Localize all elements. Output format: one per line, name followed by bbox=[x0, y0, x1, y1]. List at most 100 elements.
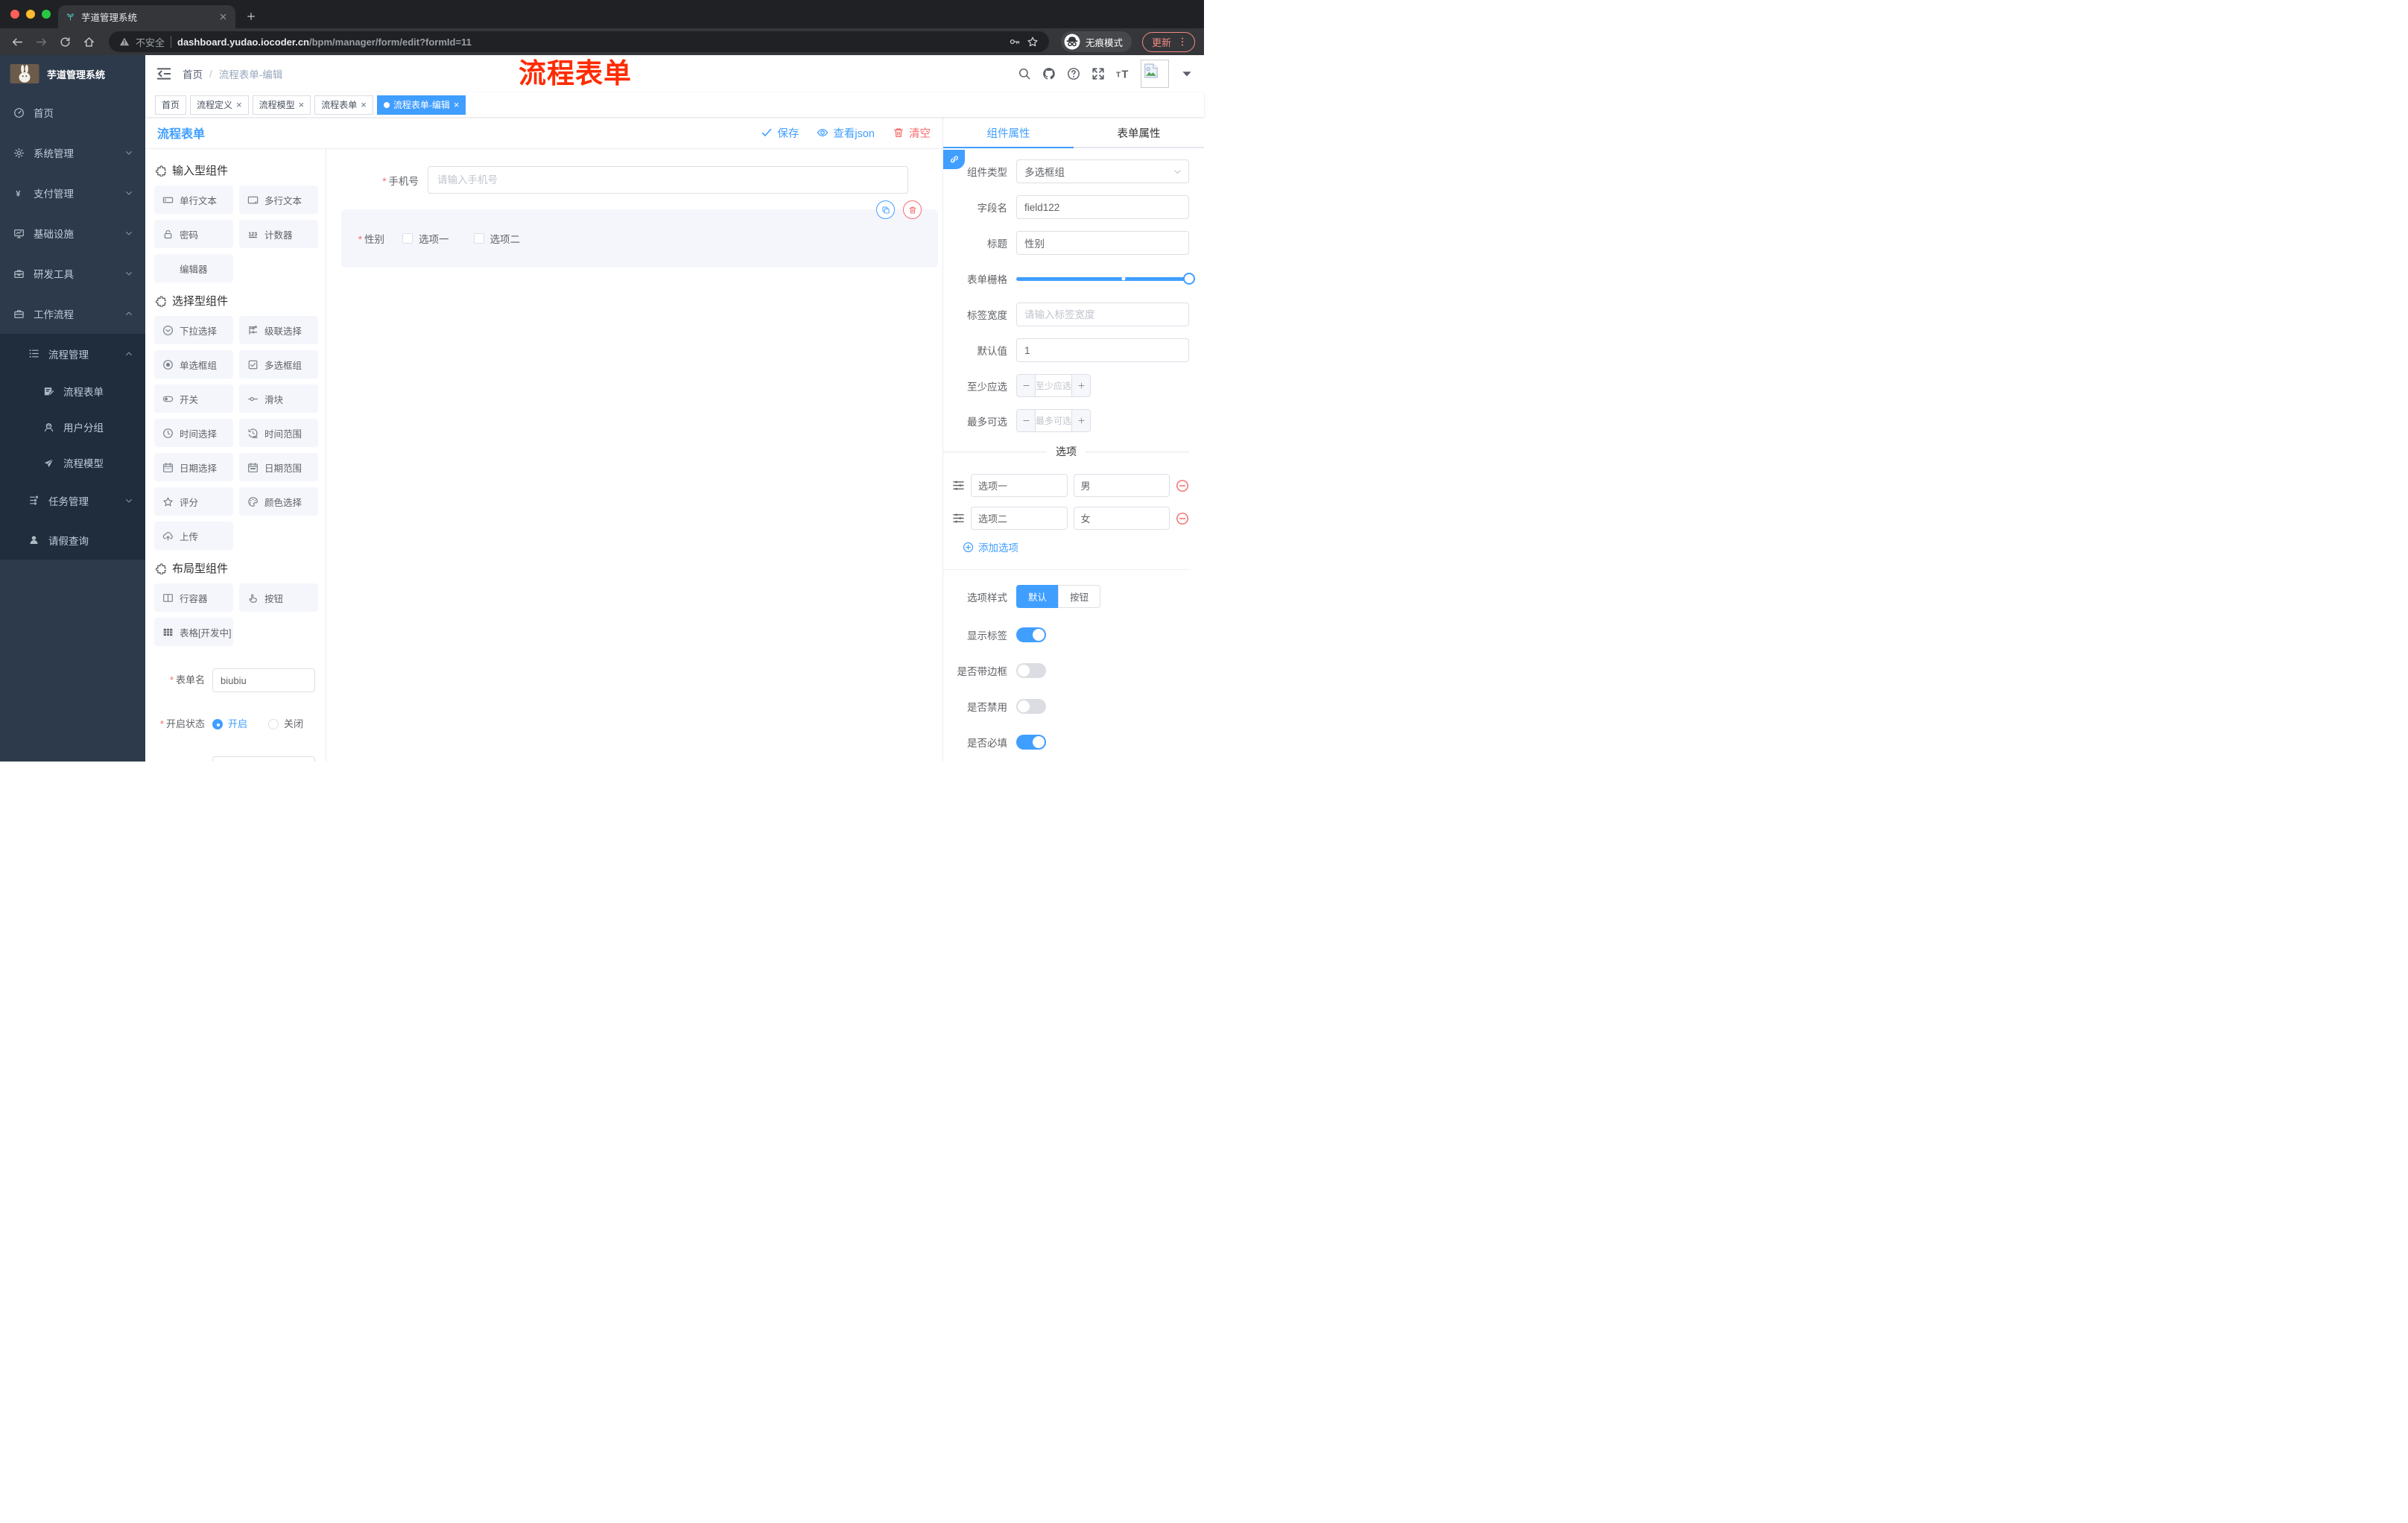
stepper-increase-button[interactable] bbox=[1071, 375, 1090, 396]
tag-process-definition[interactable]: 流程定义 × bbox=[190, 95, 249, 115]
close-icon[interactable]: × bbox=[236, 100, 242, 110]
github-icon[interactable] bbox=[1042, 67, 1056, 80]
breadcrumb-home[interactable]: 首页 bbox=[183, 66, 203, 81]
palette-item-checkbox-group[interactable]: 多选框组 bbox=[239, 350, 318, 379]
link-tab[interactable] bbox=[943, 150, 965, 169]
palette-item-slider[interactable]: 滑块 bbox=[239, 384, 318, 413]
fullscreen-icon[interactable] bbox=[1091, 67, 1105, 80]
close-window-button[interactable] bbox=[10, 10, 19, 19]
border-switch[interactable] bbox=[1016, 663, 1046, 678]
style-default-button[interactable]: 默认 bbox=[1016, 585, 1059, 608]
component-type-select[interactable]: 多选框组 bbox=[1016, 159, 1189, 183]
checkbox[interactable] bbox=[473, 233, 484, 244]
palette-item-counter[interactable]: 123 计数器 bbox=[239, 220, 318, 248]
sidebar-item-home[interactable]: 首页 bbox=[0, 92, 145, 133]
min-select-input[interactable] bbox=[1036, 375, 1071, 396]
new-tab-button[interactable] bbox=[241, 7, 261, 26]
sidebar-item-system-management[interactable]: 系统管理 bbox=[0, 133, 145, 173]
close-icon[interactable]: × bbox=[361, 100, 367, 110]
delete-component-button[interactable] bbox=[903, 200, 922, 219]
slider-handle[interactable] bbox=[1183, 273, 1195, 285]
stepper-increase-button[interactable] bbox=[1071, 410, 1090, 431]
option1-value-input[interactable] bbox=[1073, 474, 1170, 497]
palette-item-table[interactable]: 表格[开发中] bbox=[154, 618, 233, 646]
option2-value-input[interactable] bbox=[1073, 507, 1170, 530]
reload-button[interactable] bbox=[57, 34, 73, 50]
duplicate-component-button[interactable] bbox=[876, 200, 895, 219]
form-canvas[interactable]: 手机号 性别 选项一 选项二 bbox=[326, 149, 942, 762]
remove-option-icon[interactable] bbox=[1176, 512, 1189, 525]
browser-tab[interactable]: 芋道管理系统 bbox=[58, 5, 235, 28]
help-icon[interactable] bbox=[1067, 67, 1080, 80]
bookmark-star-icon[interactable] bbox=[1027, 36, 1039, 48]
home-button[interactable] bbox=[80, 34, 97, 50]
label-width-input[interactable] bbox=[1016, 303, 1189, 326]
tag-home[interactable]: 首页 bbox=[155, 95, 187, 115]
sidebar-item-process-model[interactable]: 流程模型 bbox=[0, 445, 145, 481]
palette-item-select[interactable]: 下拉选择 bbox=[154, 316, 233, 344]
user-avatar[interactable] bbox=[1141, 60, 1169, 88]
option2-label-input[interactable] bbox=[971, 507, 1068, 530]
remove-option-icon[interactable] bbox=[1176, 479, 1189, 493]
sidebar-item-payment-management[interactable]: ¥ 支付管理 bbox=[0, 173, 145, 213]
back-button[interactable] bbox=[9, 34, 25, 50]
form-name-input[interactable] bbox=[212, 668, 315, 692]
not-secure-icon[interactable] bbox=[119, 37, 130, 47]
stepper-decrease-button[interactable] bbox=[1017, 375, 1036, 396]
palette-item-color-picker[interactable]: 颜色选择 bbox=[239, 487, 318, 516]
palette-item-date-picker[interactable]: 日期选择 bbox=[154, 453, 233, 481]
tab-close-icon[interactable] bbox=[218, 12, 228, 22]
sidebar-item-user-group[interactable]: 用户分组 bbox=[0, 409, 145, 445]
required-switch[interactable] bbox=[1016, 735, 1046, 750]
browser-menu-icon[interactable] bbox=[1177, 37, 1188, 47]
option1-label-input[interactable] bbox=[971, 474, 1068, 497]
tab-component-props[interactable]: 组件属性 bbox=[943, 117, 1074, 148]
sidebar-item-workflow[interactable]: 工作流程 bbox=[0, 294, 145, 334]
disabled-switch[interactable] bbox=[1016, 699, 1046, 714]
sidebar-item-process-management[interactable]: 流程管理 bbox=[0, 334, 145, 373]
sidebar-item-process-form[interactable]: 流程表单 bbox=[0, 373, 145, 409]
phone-field-input[interactable] bbox=[428, 166, 908, 194]
palette-item-editor[interactable]: 编辑器 bbox=[154, 254, 233, 282]
palette-item-cascader[interactable]: 级联选择 bbox=[239, 316, 318, 344]
close-icon[interactable]: × bbox=[454, 100, 460, 110]
address-bar[interactable]: 不安全 dashboard.yudao.iocoder.cn/bpm/manag… bbox=[109, 31, 1049, 52]
title-input[interactable] bbox=[1016, 231, 1189, 255]
zoom-window-button[interactable] bbox=[42, 10, 51, 19]
browser-update-button[interactable]: 更新 bbox=[1141, 31, 1195, 52]
sidebar-item-infrastructure[interactable]: 基础设施 bbox=[0, 213, 145, 253]
menu-fold-icon[interactable] bbox=[156, 66, 172, 82]
add-option-button[interactable]: 添加选项 bbox=[963, 539, 1189, 554]
drag-handle-icon[interactable] bbox=[952, 512, 965, 525]
save-button[interactable]: 保存 bbox=[761, 125, 799, 141]
close-icon[interactable]: × bbox=[299, 100, 305, 110]
palette-item-rate[interactable]: 评分 bbox=[154, 487, 233, 516]
palette-item-password[interactable]: 密码 bbox=[154, 220, 233, 248]
tab-form-props[interactable]: 表单属性 bbox=[1074, 117, 1204, 148]
minimize-window-button[interactable] bbox=[26, 10, 35, 19]
palette-item-button[interactable]: 按钮 bbox=[239, 583, 318, 612]
search-icon[interactable] bbox=[1018, 67, 1031, 80]
max-select-input[interactable] bbox=[1036, 410, 1071, 431]
tag-process-form[interactable]: 流程表单 × bbox=[314, 95, 373, 115]
stepper-decrease-button[interactable] bbox=[1017, 410, 1036, 431]
palette-item-date-range[interactable]: 日期范围 bbox=[239, 453, 318, 481]
palette-item-row-container[interactable]: 行容器 bbox=[154, 583, 233, 612]
password-key-icon[interactable] bbox=[1009, 36, 1021, 48]
palette-item-radio-group[interactable]: 单选框组 bbox=[154, 350, 233, 379]
style-button-button[interactable]: 按钮 bbox=[1058, 585, 1101, 608]
checkbox[interactable] bbox=[402, 233, 413, 244]
palette-item-upload[interactable]: 上传 bbox=[154, 522, 233, 550]
canvas-field-phone[interactable]: 手机号 bbox=[326, 166, 908, 194]
canvas-field-gender-selected[interactable]: 性别 选项一 选项二 bbox=[341, 200, 938, 267]
clear-button[interactable]: 清空 bbox=[893, 125, 931, 141]
avatar-caret-icon[interactable] bbox=[1180, 67, 1194, 80]
palette-item-time-range[interactable]: 时间范围 bbox=[239, 419, 318, 447]
show-label-switch[interactable] bbox=[1016, 627, 1046, 642]
drag-handle-icon[interactable] bbox=[952, 479, 965, 492]
field-name-input[interactable] bbox=[1016, 195, 1189, 219]
font-size-icon[interactable]: TT bbox=[1116, 67, 1129, 80]
gender-checkbox-option1[interactable]: 选项一 bbox=[402, 231, 449, 246]
palette-item-single-line-text[interactable]: 单行文本 bbox=[154, 186, 233, 214]
sidebar-item-task-management[interactable]: 任务管理 bbox=[0, 481, 145, 520]
